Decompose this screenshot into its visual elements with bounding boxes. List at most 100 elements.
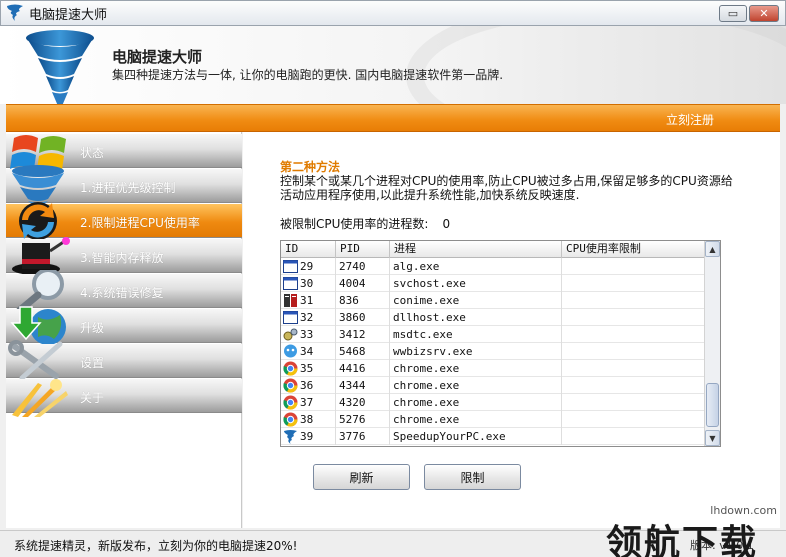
sidebar-item-label: 关于 (80, 391, 105, 405)
cell-pid: 5276 (336, 411, 390, 428)
watermark: lhdown.com 领航下载 (604, 504, 786, 557)
column-header-pid[interactable]: PID (336, 241, 390, 258)
sidebar-item-label: 状态 (80, 146, 105, 160)
app-header: 电脑提速大师 集四种提速方法与一体, 让你的电脑跑的更快. 国内电脑提速软件第一… (0, 26, 786, 104)
cell-pid: 4320 (336, 394, 390, 411)
limited-count-label: 被限制CPU使用率的进程数: (280, 217, 429, 231)
cell-process: msdtc.exe (390, 326, 562, 343)
table-row[interactable]: 35 4416 chrome.exe (281, 360, 705, 377)
sidebar-item-label: 3.智能内存释放 (80, 251, 164, 265)
cell-id: 30 (281, 275, 336, 292)
window-title: 电脑提速大师 (29, 7, 108, 23)
cell-id: 39 (281, 428, 336, 445)
table-row[interactable]: 29 2740 alg.exe (281, 258, 705, 275)
sidebar-item-settings[interactable]: 设置 (6, 340, 242, 381)
watermark-text: 领航下载 (606, 523, 759, 557)
window-icon (283, 310, 298, 325)
cell-pid: 4004 (336, 275, 390, 292)
register-link[interactable]: 立刻注册 (666, 111, 714, 128)
cell-id: 31 (281, 292, 336, 309)
cell-pid: 3860 (336, 309, 390, 326)
app-subtitle: 集四种提速方法与一体, 让你的电脑跑的更快. 国内电脑提速软件第一品牌. (112, 68, 504, 82)
cell-process: dllhost.exe (390, 309, 562, 326)
column-header-process[interactable]: 进程 (390, 241, 562, 258)
table-scrollbar[interactable]: ▲ ▼ (704, 241, 720, 446)
cell-process: SpeedupYourPC.exe (390, 428, 562, 445)
chrome-icon (283, 395, 298, 410)
cell-cpu-limit (562, 292, 705, 309)
cell-cpu-limit (562, 343, 705, 360)
cell-cpu-limit (562, 326, 705, 343)
scroll-thumb[interactable] (706, 383, 719, 427)
column-header-cpu-limit[interactable]: CPU使用率限制 (562, 241, 705, 258)
header-decoration (406, 26, 786, 104)
cell-cpu-limit (562, 258, 705, 275)
cell-process: alg.exe (390, 258, 562, 275)
cell-cpu-limit (562, 360, 705, 377)
cell-cpu-limit (562, 428, 705, 445)
sidebar-item-repair[interactable]: 4.系统错误修复 (6, 270, 242, 312)
table-row[interactable]: 31 836 conime.exe (281, 292, 705, 309)
cell-id: 29 (281, 258, 336, 275)
tornado-icon (7, 4, 23, 21)
sidebar-item-cpu-limit[interactable]: 2.限制进程CPU使用率 (6, 202, 242, 240)
refresh-button[interactable]: 刷新 (313, 464, 410, 490)
scroll-down-icon[interactable]: ▼ (705, 430, 720, 446)
table-row[interactable]: 33 3412 msdtc.exe (281, 326, 705, 343)
cell-cpu-limit (562, 275, 705, 292)
cell-id: 38 (281, 411, 336, 428)
sidebar: 状态 1.进程优先级控制 2.限制进程CPU使用率 3.智能内存释放 4.系统错… (6, 132, 242, 528)
cell-process: wwbizsrv.exe (390, 343, 562, 360)
app-title: 电脑提速大师 (112, 48, 203, 66)
sidebar-item-label: 设置 (80, 356, 105, 370)
cell-cpu-limit (562, 394, 705, 411)
cell-id: 33 (281, 326, 336, 343)
table-row[interactable]: 32 3860 dllhost.exe (281, 309, 705, 326)
scroll-up-icon[interactable]: ▲ (705, 241, 720, 257)
light-rays-icon (12, 379, 68, 417)
close-button[interactable]: ✕ (749, 5, 779, 22)
cell-process: chrome.exe (390, 377, 562, 394)
limit-button[interactable]: 限制 (424, 464, 521, 490)
cell-process: svchost.exe (390, 275, 562, 292)
cell-process: chrome.exe (390, 394, 562, 411)
chrome-icon (283, 378, 298, 393)
main-panel: 第二种方法 控制某个或某几个进程对CPU的使用率,防止CPU被过多占用,保留足够… (243, 132, 780, 528)
minimize-button[interactable]: ▭ (719, 5, 747, 22)
limited-count-value: 0 (442, 217, 451, 231)
table-row[interactable]: 39 3776 SpeedupYourPC.exe (281, 428, 705, 445)
window-icon (283, 276, 298, 291)
table-row[interactable]: 34 5468 wwbizsrv.exe (281, 343, 705, 360)
column-header-id[interactable]: ID (281, 241, 336, 258)
table-header: ID PID 进程 CPU使用率限制 (281, 241, 705, 258)
section-title: 第二种方法 (280, 160, 341, 174)
sidebar-item-status[interactable]: 状态 (6, 134, 242, 170)
window-titlebar: 电脑提速大师 ▭ ✕ (0, 0, 786, 26)
table-row[interactable]: 37 4320 chrome.exe (281, 394, 705, 411)
cell-id: 37 (281, 394, 336, 411)
chat-bubble-icon (283, 344, 298, 359)
cell-process: chrome.exe (390, 360, 562, 377)
sidebar-item-priority[interactable]: 1.进程优先级控制 (6, 165, 242, 207)
chrome-icon (283, 412, 298, 427)
section-description: 控制某个或某几个进程对CPU的使用率,防止CPU被过多占用,保留足够多的CPU资… (280, 174, 733, 202)
sidebar-item-about[interactable]: 关于 (6, 379, 242, 417)
cell-pid: 4344 (336, 377, 390, 394)
table-row[interactable]: 30 4004 svchost.exe (281, 275, 705, 292)
window-icon (283, 259, 298, 274)
sidebar-item-label: 4.系统错误修复 (80, 286, 164, 300)
status-text: 系统提速精灵，新版发布，立刻为你的电脑提速20%! (14, 539, 298, 553)
table-row[interactable]: 36 4344 chrome.exe (281, 377, 705, 394)
table-row[interactable]: 38 5276 chrome.exe (281, 411, 705, 428)
cell-id: 34 (281, 343, 336, 360)
sidebar-item-upgrade[interactable]: 升级 (6, 306, 242, 345)
chrome-icon (283, 361, 298, 376)
process-table[interactable]: ID PID 进程 CPU使用率限制 29 2740 alg.exe 30 4004 sv… (280, 240, 721, 447)
cell-id: 32 (281, 309, 336, 326)
table-body: 29 2740 alg.exe 30 4004 svchost.exe 31 836 conim… (281, 258, 705, 445)
cell-cpu-limit (562, 377, 705, 394)
sidebar-item-memory[interactable]: 3.智能内存释放 (6, 237, 242, 275)
gears-icon (283, 327, 298, 342)
cell-pid: 3776 (336, 428, 390, 445)
cell-pid: 5468 (336, 343, 390, 360)
